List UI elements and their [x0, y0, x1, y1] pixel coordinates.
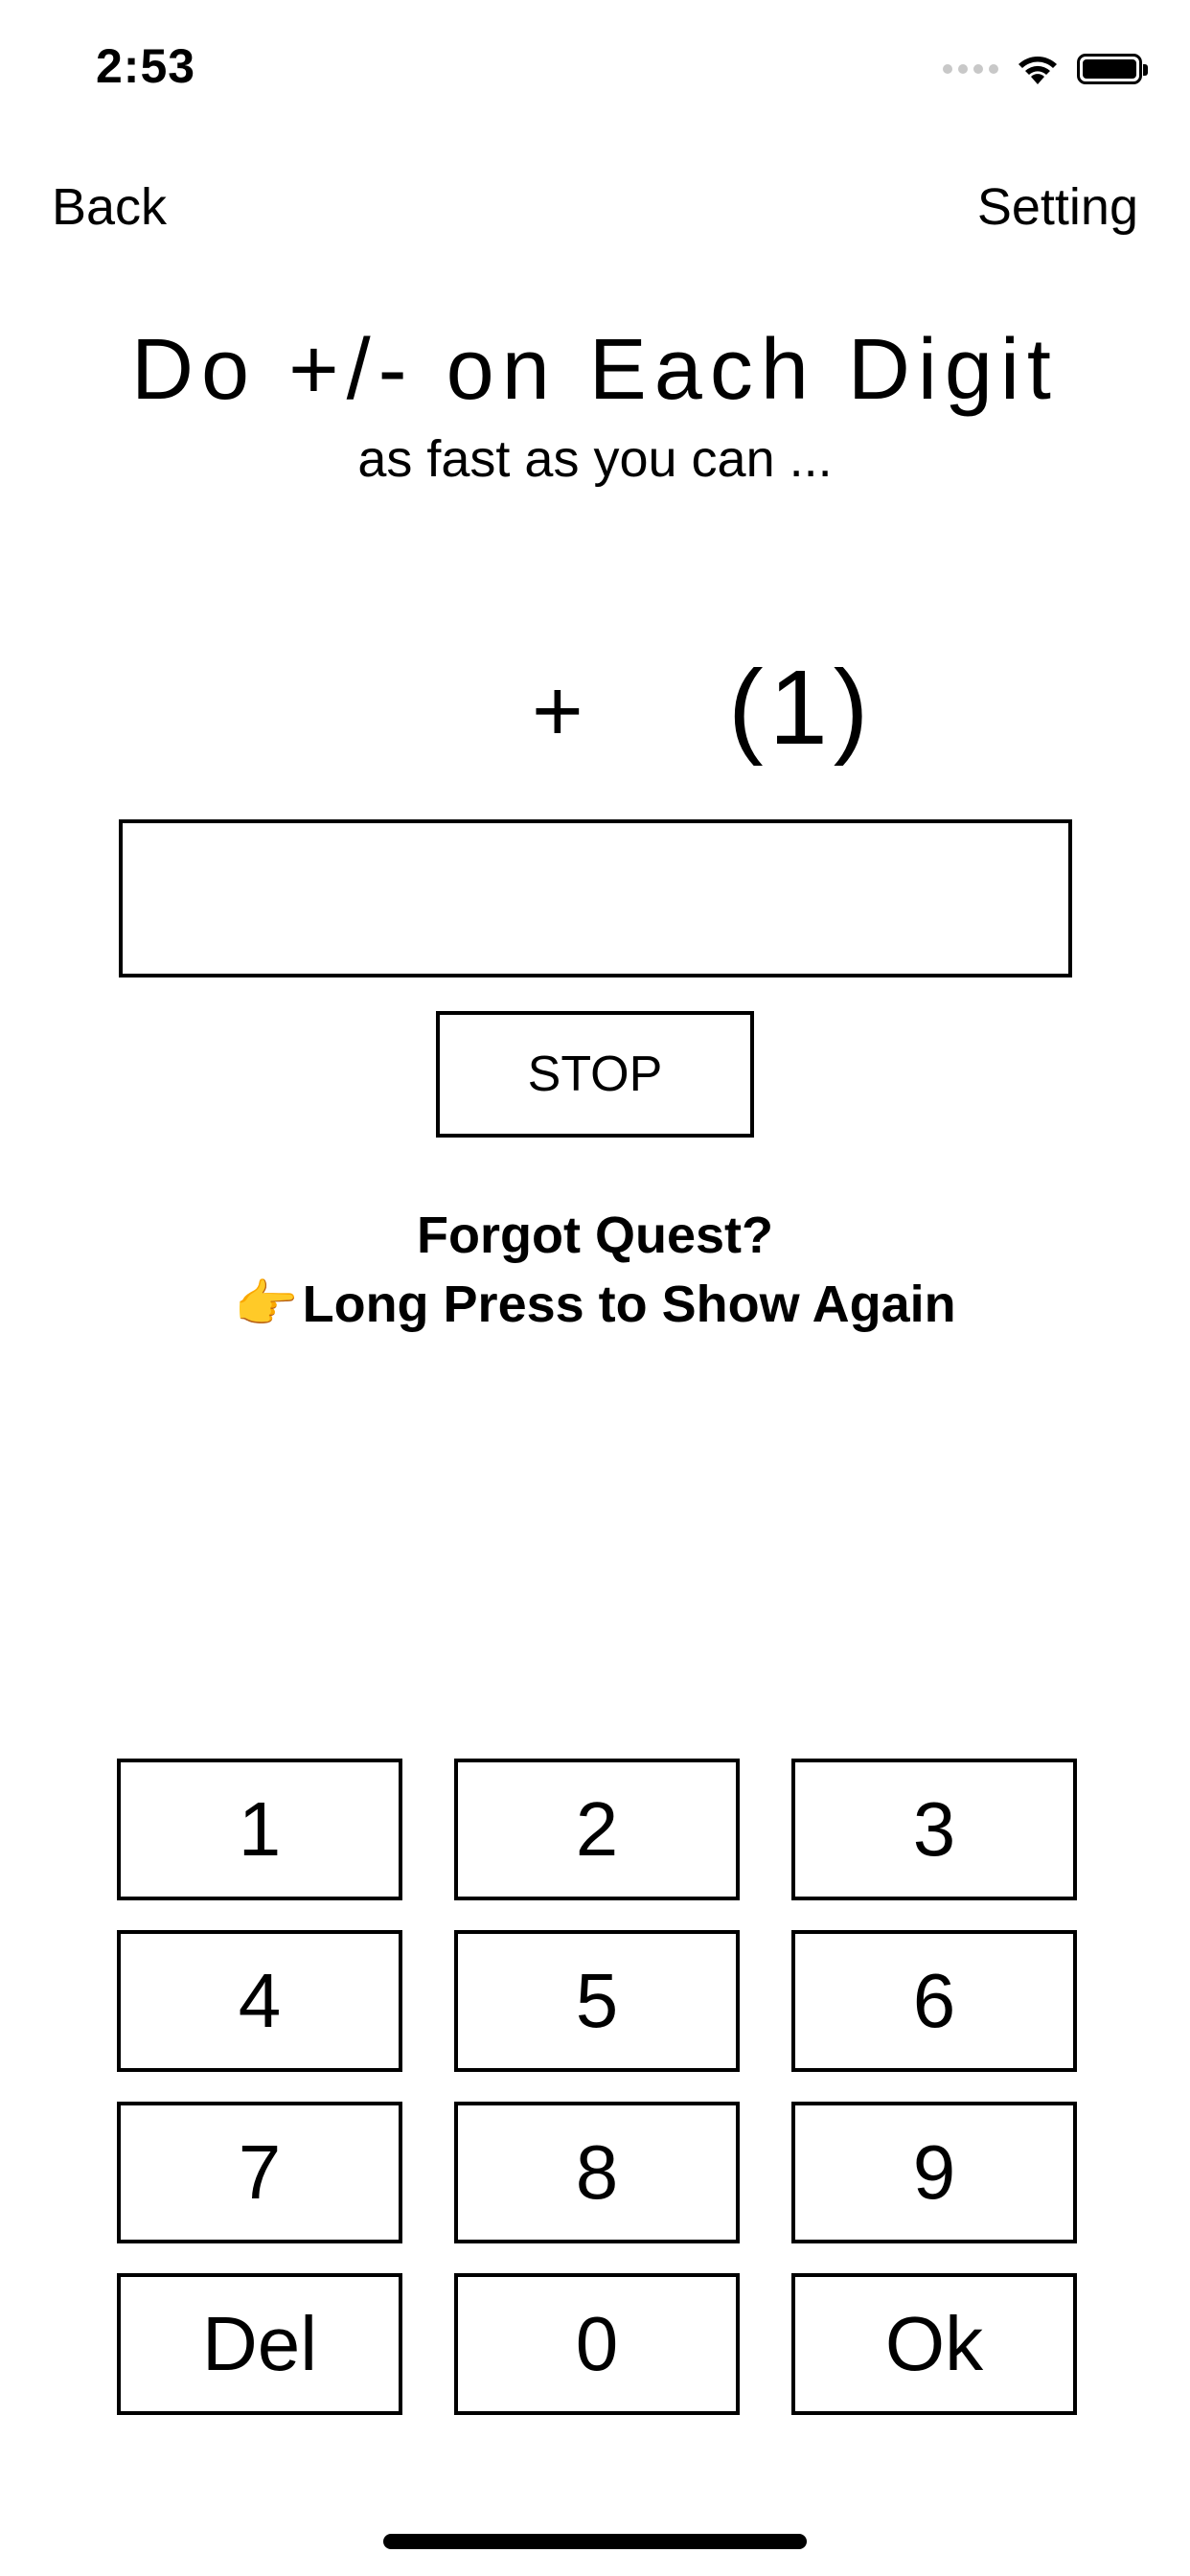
status-icons: [943, 50, 1148, 88]
signal-icon: [943, 64, 998, 74]
long-press-hint[interactable]: 👉Long Press to Show Again: [0, 1275, 1190, 1335]
back-button[interactable]: Back: [52, 177, 167, 237]
key-8[interactable]: 8: [454, 2102, 740, 2243]
battery-icon: [1077, 54, 1148, 84]
page-subtitle: as fast as you can ...: [357, 430, 833, 488]
key-9[interactable]: 9: [791, 2102, 1077, 2243]
key-5[interactable]: 5: [454, 1930, 740, 2072]
home-indicator[interactable]: [383, 2534, 807, 2549]
key-3[interactable]: 3: [791, 1759, 1077, 1900]
page-title: Do +/- on Each Digit: [131, 322, 1059, 418]
wifi-icon: [1018, 57, 1057, 84]
quest-operator: +: [532, 662, 584, 760]
setting-button[interactable]: Setting: [977, 177, 1138, 237]
key-6[interactable]: 6: [791, 1930, 1077, 2072]
key-4[interactable]: 4: [117, 1930, 402, 2072]
forgot-quest-label: Forgot Quest?: [417, 1207, 773, 1264]
key-0[interactable]: 0: [454, 2273, 740, 2415]
key-1[interactable]: 1: [117, 1759, 402, 1900]
key-delete[interactable]: Del: [117, 2273, 402, 2415]
quest-number: (1): [728, 649, 875, 767]
key-ok[interactable]: Ok: [791, 2273, 1077, 2415]
stop-button[interactable]: STOP: [436, 1011, 754, 1138]
key-2[interactable]: 2: [454, 1759, 740, 1900]
status-time: 2:53: [96, 39, 196, 93]
pointing-hand-icon: 👉: [234, 1276, 299, 1333]
long-press-label: Long Press to Show Again: [302, 1276, 956, 1333]
key-7[interactable]: 7: [117, 2102, 402, 2243]
answer-field[interactable]: [119, 819, 1072, 978]
